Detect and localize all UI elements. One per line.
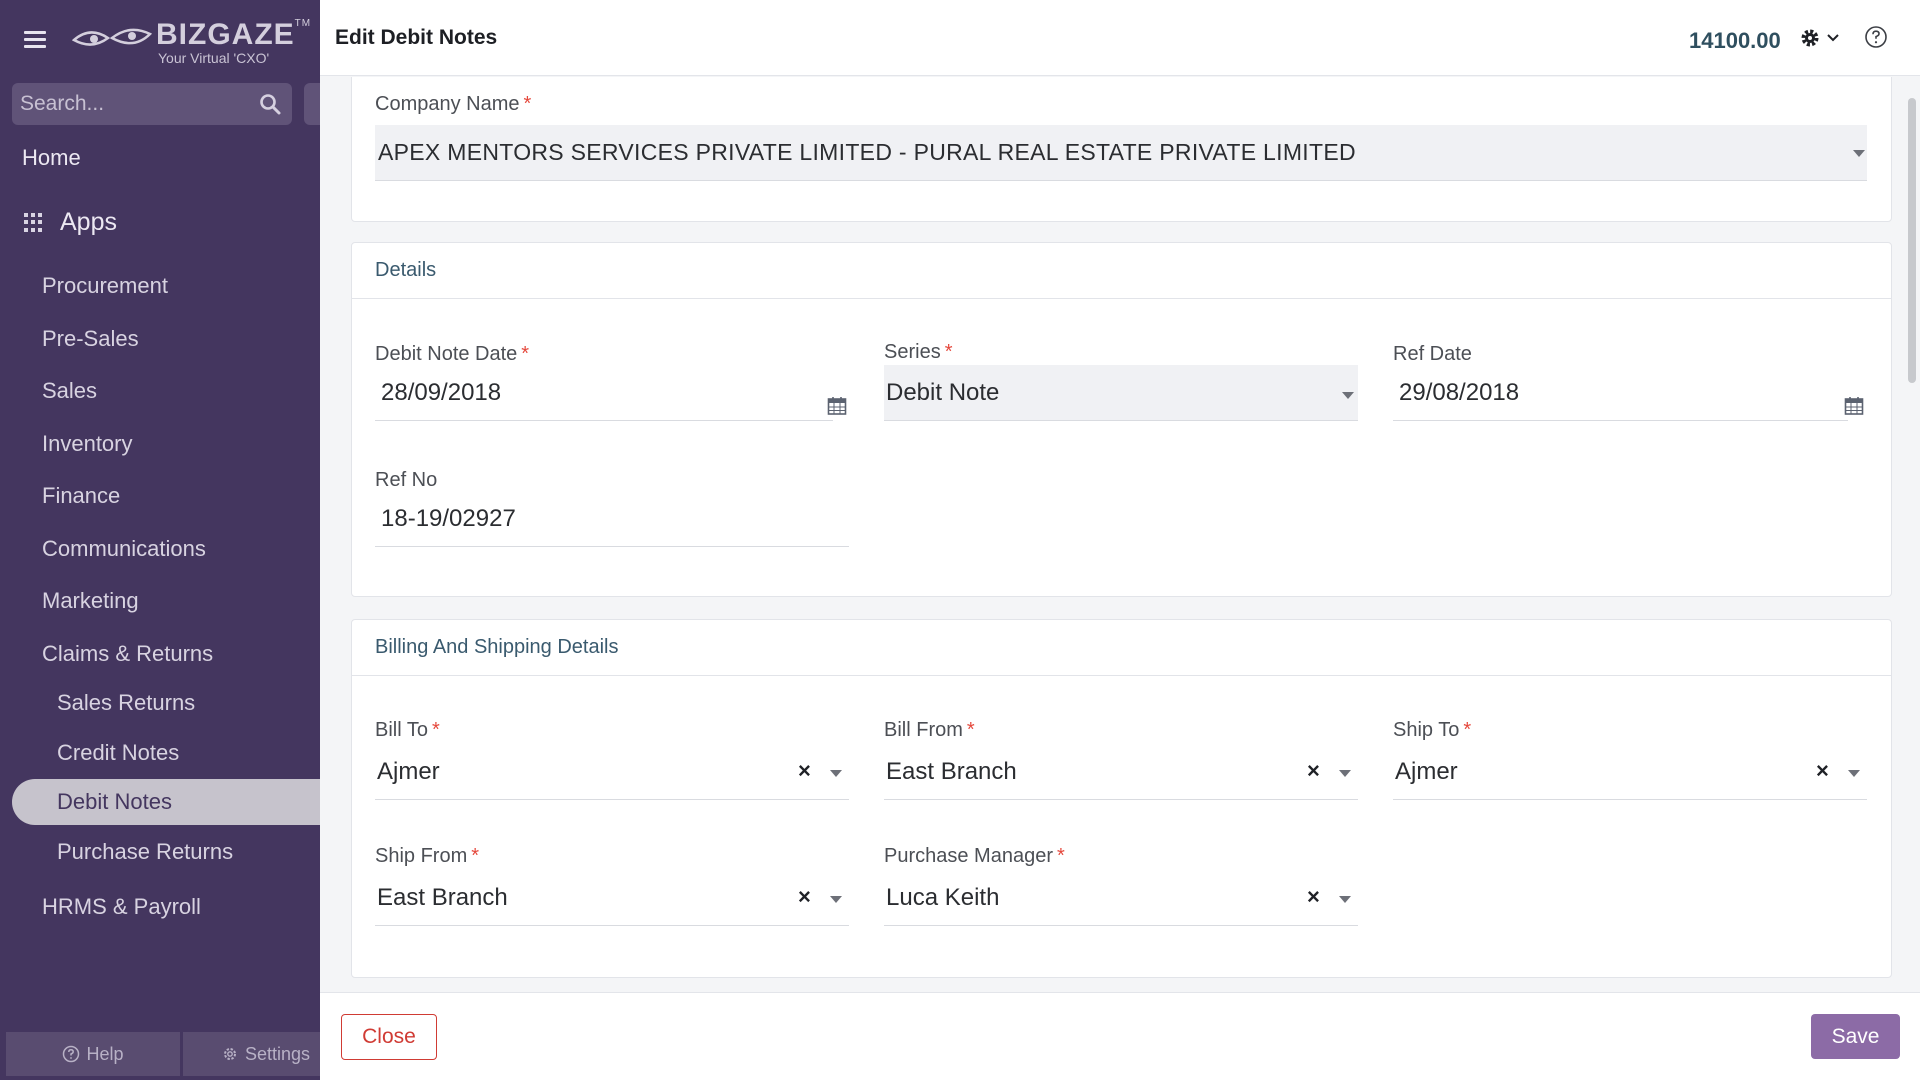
settings-button[interactable]: Settings xyxy=(183,1032,320,1076)
caret-down-icon xyxy=(1342,392,1354,399)
nav-sub-purchase-returns[interactable]: Purchase Returns xyxy=(57,839,233,865)
nav-item-finance[interactable]: Finance xyxy=(42,483,120,509)
details-heading: Details xyxy=(352,243,1891,299)
close-button[interactable]: Close xyxy=(341,1014,437,1060)
page-title: Edit Debit Notes xyxy=(335,26,498,49)
help-icon[interactable] xyxy=(1863,24,1889,50)
help-label: Help xyxy=(86,1043,124,1064)
nav-sub-debit-notes[interactable]: Debit Notes xyxy=(12,779,320,825)
save-button[interactable]: Save xyxy=(1811,1014,1900,1059)
ship-from-label: Ship From * xyxy=(375,845,480,867)
help-button[interactable]: Help xyxy=(6,1032,180,1076)
debit-note-date-value: 28/09/2018 xyxy=(381,379,502,406)
settings-gear-icon xyxy=(224,1048,236,1060)
top-bar: Edit Debit Notes 14100.00 xyxy=(320,0,1920,76)
nav-sub-sales-returns[interactable]: Sales Returns xyxy=(57,690,195,716)
bill-to-label: Bill To * xyxy=(375,719,440,741)
clear-icon[interactable]: × xyxy=(798,884,811,910)
logo-tagline: Your Virtual 'CXO' xyxy=(158,50,270,66)
nav-item-communications[interactable]: Communications xyxy=(42,536,206,562)
company-name-select[interactable]: APEX MENTORS SERVICES PRIVATE LIMITED - … xyxy=(375,125,1867,181)
search-box xyxy=(12,83,292,125)
ref-date-field[interactable]: 29/08/2018 xyxy=(1393,365,1848,421)
hamburger-menu-icon[interactable] xyxy=(24,31,46,49)
caret-down-icon[interactable] xyxy=(1339,896,1351,903)
sidebar: BIZGAZETM Your Virtual 'CXO' Home Apps P… xyxy=(0,0,320,1080)
debit-note-date-field[interactable]: 28/09/2018 xyxy=(375,365,833,421)
bill-from-value: East Branch xyxy=(886,758,1017,785)
purchase-manager-select[interactable]: Luca Keith × xyxy=(884,870,1358,926)
debit-note-date-label: Debit Note Date * xyxy=(375,343,530,365)
caret-down-icon[interactable] xyxy=(830,770,842,777)
billing-heading: Billing And Shipping Details xyxy=(352,620,1891,676)
chevron-down-icon[interactable] xyxy=(1825,30,1841,46)
apps-grid-icon xyxy=(24,212,44,233)
help-circle-icon xyxy=(63,1045,80,1063)
ship-to-value: Ajmer xyxy=(1395,758,1458,785)
sidebar-footer: Help Settings xyxy=(6,1032,320,1076)
gear-icon[interactable] xyxy=(1799,27,1821,49)
series-value: Debit Note xyxy=(886,379,1000,406)
ref-no-label: Ref No xyxy=(375,469,438,491)
details-card: Details Debit Note Date * 28/09/2018 Seri… xyxy=(351,242,1892,597)
nav-item-claims-returns[interactable]: Claims & Returns xyxy=(42,641,213,667)
ship-from-value: East Branch xyxy=(377,884,508,911)
ref-date-value: 29/08/2018 xyxy=(1399,379,1520,406)
ship-to-select[interactable]: Ajmer × xyxy=(1393,744,1867,800)
nav-active-label: Debit Notes xyxy=(57,789,172,814)
clear-icon[interactable]: × xyxy=(1816,758,1829,784)
series-select[interactable]: Debit Note xyxy=(884,365,1358,421)
ref-date-label: Ref Date xyxy=(1393,343,1472,365)
nav-item-pre-sales[interactable]: Pre-Sales xyxy=(42,326,139,352)
caret-down-icon[interactable] xyxy=(830,896,842,903)
caret-down-icon xyxy=(1853,150,1865,157)
nav-item-hrms-payroll[interactable]: HRMS & Payroll xyxy=(42,894,201,920)
bill-to-select[interactable]: Ajmer × xyxy=(375,744,849,800)
nav-item-sales[interactable]: Sales xyxy=(42,378,97,404)
clear-icon[interactable]: × xyxy=(1307,884,1320,910)
nav-home[interactable]: Home xyxy=(22,145,81,171)
company-name-value: APEX MENTORS SERVICES PRIVATE LIMITED - … xyxy=(378,139,1356,165)
bill-from-label: Bill From * xyxy=(884,719,975,741)
logo-wordmark: BIZGAZETM xyxy=(156,18,312,51)
calendar-icon[interactable] xyxy=(827,396,847,416)
clear-icon[interactable]: × xyxy=(798,758,811,784)
calendar-icon[interactable] xyxy=(1844,396,1864,416)
nav-item-procurement[interactable]: Procurement xyxy=(42,273,168,299)
billing-shipping-card: Billing And Shipping Details Bill To * Aj… xyxy=(351,619,1892,978)
bill-to-value: Ajmer xyxy=(377,758,440,785)
nav-apps-label: Apps xyxy=(60,208,117,236)
action-bar xyxy=(320,992,1920,1080)
bill-from-select[interactable]: East Branch × xyxy=(884,744,1358,800)
caret-down-icon[interactable] xyxy=(1848,770,1860,777)
series-label: Series * xyxy=(884,341,953,363)
purchase-manager-value: Luca Keith xyxy=(886,884,1000,911)
form-scroll-area: Company Name * APEX MENTORS SERVICES PRIV… xyxy=(320,77,1920,992)
company-card: Company Name * APEX MENTORS SERVICES PRIV… xyxy=(351,77,1892,222)
logo-eyes-icon xyxy=(72,28,152,46)
search-filter-button[interactable] xyxy=(304,83,320,125)
nav-item-marketing[interactable]: Marketing xyxy=(42,588,139,614)
ref-no-value: 18-19/02927 xyxy=(381,505,516,532)
settings-label: Settings xyxy=(245,1043,311,1064)
search-icon[interactable] xyxy=(258,92,282,116)
ref-no-input[interactable]: 18-19/02927 xyxy=(375,491,849,547)
clear-icon[interactable]: × xyxy=(1307,758,1320,784)
search-input[interactable] xyxy=(20,83,250,125)
bizgaze-logo[interactable]: BIZGAZETM Your Virtual 'CXO' xyxy=(72,16,310,68)
main-panel: Edit Debit Notes 14100.00 Company Name * … xyxy=(320,0,1920,1080)
caret-down-icon[interactable] xyxy=(1339,770,1351,777)
nav-item-inventory[interactable]: Inventory xyxy=(42,431,133,457)
nav-apps[interactable]: Apps xyxy=(24,208,117,237)
scrollbar-thumb[interactable] xyxy=(1908,98,1916,383)
ship-to-label: Ship To * xyxy=(1393,719,1472,741)
ship-from-select[interactable]: East Branch × xyxy=(375,870,849,926)
nav-sub-credit-notes[interactable]: Credit Notes xyxy=(57,740,179,766)
purchase-manager-label: Purchase Manager * xyxy=(884,845,1065,867)
total-amount: 14100.00 xyxy=(1689,28,1781,53)
company-name-label: Company Name * xyxy=(375,93,532,115)
